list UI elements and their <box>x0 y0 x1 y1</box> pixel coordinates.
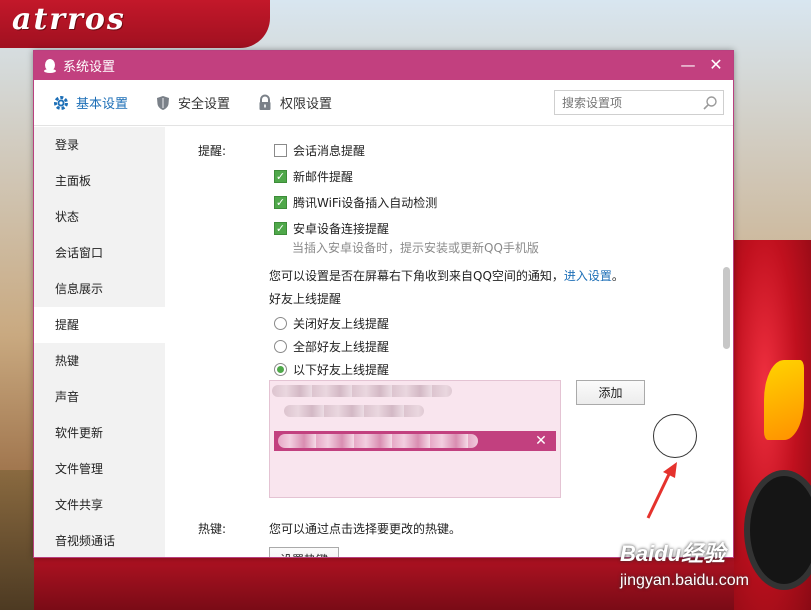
sidebar-item-software-update[interactable]: 软件更新 <box>34 415 165 451</box>
checkbox-checked[interactable]: ✓ <box>274 196 287 209</box>
settings-body: 登录 主面板 状态 会话窗口 信息展示 提醒 热键 声音 软件更新 文件管理 文… <box>34 127 733 557</box>
radio-selected-friend-online[interactable]: 以下好友上线提醒 <box>274 361 389 378</box>
checkbox-checked[interactable]: ✓ <box>274 222 287 235</box>
session-message-checkbox[interactable]: 会话消息提醒 <box>274 142 365 159</box>
tab-label: 安全设置 <box>178 97 231 112</box>
scrollbar-track[interactable] <box>720 127 733 557</box>
tab-basic-settings[interactable]: 基本设置 <box>52 93 128 112</box>
sidebar-item-main-panel[interactable]: 主面板 <box>34 163 165 199</box>
tab-security-settings[interactable]: 安全设置 <box>154 93 230 112</box>
wallpaper-logo-text: atrros <box>12 2 126 37</box>
checkbox-checked[interactable]: ✓ <box>274 170 287 183</box>
hotkey-description: 您可以通过点击选择要更改的热键。 <box>269 522 462 536</box>
add-friend-button[interactable]: 添加 <box>576 380 645 405</box>
sidebar-item-hotkey[interactable]: 热键 <box>34 343 165 379</box>
title-bar[interactable]: 系统设置 — ✕ <box>34 51 733 80</box>
remove-friend-button[interactable]: ✕ <box>532 432 550 450</box>
checkbox-label: 腾讯WiFi设备插入自动检测 <box>293 196 438 210</box>
radio-all-friend-online[interactable]: 全部好友上线提醒 <box>274 338 389 355</box>
lock-icon <box>256 94 274 112</box>
hotkey-section-label: 热键: <box>198 522 227 536</box>
new-mail-checkbox[interactable]: ✓ 新邮件提醒 <box>274 168 353 185</box>
annotation-arrow-icon <box>646 462 677 519</box>
qzone-notice: 您可以设置是否在屏幕右下角收到来自QQ空间的通知，进入设置。 <box>269 267 624 284</box>
enter-settings-link[interactable]: 进入设置 <box>564 269 612 283</box>
radio-label: 全部好友上线提醒 <box>293 340 390 354</box>
sidebar: 登录 主面板 状态 会话窗口 信息展示 提醒 热键 声音 软件更新 文件管理 文… <box>34 127 165 557</box>
radio-button-selected[interactable] <box>274 363 287 376</box>
sidebar-item-av-call[interactable]: 音视频通话 <box>34 523 165 557</box>
tab-label: 基本设置 <box>76 97 129 112</box>
wifi-detect-checkbox[interactable]: ✓ 腾讯WiFi设备插入自动检测 <box>274 194 437 211</box>
settings-window: 系统设置 — ✕ 基本设置 安全设置 权限设置 搜索设置项 登录 主面板 状态 … <box>33 50 734 558</box>
radio-disable-friend-online[interactable]: 关闭好友上线提醒 <box>274 315 389 332</box>
watermark-url: jingyan.baidu.com <box>620 572 749 589</box>
wallpaper-flame <box>764 360 804 440</box>
search-input[interactable] <box>562 95 700 110</box>
android-hint: 当插入安卓设备时，提示安装或更新QQ手机版 <box>292 241 539 255</box>
tab-label: 权限设置 <box>280 97 333 112</box>
sidebar-item-file-management[interactable]: 文件管理 <box>34 451 165 487</box>
minimize-button[interactable]: — <box>679 56 697 74</box>
wallpaper-ground <box>0 470 34 610</box>
scrollbar-thumb[interactable] <box>723 267 730 349</box>
close-button[interactable]: ✕ <box>707 56 725 74</box>
shield-icon <box>154 94 172 112</box>
checkbox-label: 新邮件提醒 <box>293 170 354 184</box>
friend-list[interactable]: ✕ <box>269 380 561 498</box>
search-box[interactable] <box>554 90 724 115</box>
baidu-watermark: Baidu经验 jingyan.baidu.com <box>620 536 800 606</box>
sidebar-item-status[interactable]: 状态 <box>34 199 165 235</box>
list-item-selected[interactable]: ✕ <box>274 431 556 451</box>
list-item[interactable] <box>284 405 424 417</box>
qzone-notice-tail: 。 <box>611 269 624 283</box>
android-connect-checkbox[interactable]: ✓ 安卓设备连接提醒 <box>274 220 389 237</box>
friend-online-label: 好友上线提醒 <box>269 292 342 306</box>
sidebar-item-reminder[interactable]: 提醒 <box>34 307 165 343</box>
checkbox-label: 安卓设备连接提醒 <box>293 222 390 236</box>
friend-name-blurred <box>278 434 478 448</box>
radio-button[interactable] <box>274 317 287 330</box>
sidebar-item-file-sharing[interactable]: 文件共享 <box>34 487 165 523</box>
qq-penguin-icon <box>42 58 58 74</box>
checkbox-unchecked[interactable] <box>274 144 287 157</box>
list-item[interactable] <box>272 385 452 397</box>
watermark-brand: Baidu经验 <box>620 541 726 566</box>
search-icon[interactable] <box>702 95 718 111</box>
window-title: 系统设置 <box>63 60 116 75</box>
settings-content: 提醒: 会话消息提醒 ✓ 新邮件提醒 ✓ 腾讯WiFi设备插入自动检测 ✓ 安卓… <box>165 127 733 557</box>
checkbox-label: 会话消息提醒 <box>293 144 366 158</box>
sidebar-item-chat-window[interactable]: 会话窗口 <box>34 235 165 271</box>
radio-button[interactable] <box>274 340 287 353</box>
wallpaper-logo-banner: atrros <box>0 0 270 48</box>
set-hotkey-button[interactable]: 设置热键 <box>269 547 339 557</box>
sidebar-item-info-display[interactable]: 信息展示 <box>34 271 165 307</box>
tab-permission-settings[interactable]: 权限设置 <box>256 93 332 112</box>
reminder-section-label: 提醒: <box>198 144 227 158</box>
radio-label: 关闭好友上线提醒 <box>293 317 390 331</box>
gear-icon <box>52 94 70 112</box>
radio-label: 以下好友上线提醒 <box>293 363 390 377</box>
tab-bar: 基本设置 安全设置 权限设置 <box>34 80 733 126</box>
annotation-circle <box>653 414 697 458</box>
qzone-notice-text: 您可以设置是否在屏幕右下角收到来自QQ空间的通知， <box>269 269 564 283</box>
sidebar-item-sound[interactable]: 声音 <box>34 379 165 415</box>
sidebar-item-login[interactable]: 登录 <box>34 127 165 163</box>
